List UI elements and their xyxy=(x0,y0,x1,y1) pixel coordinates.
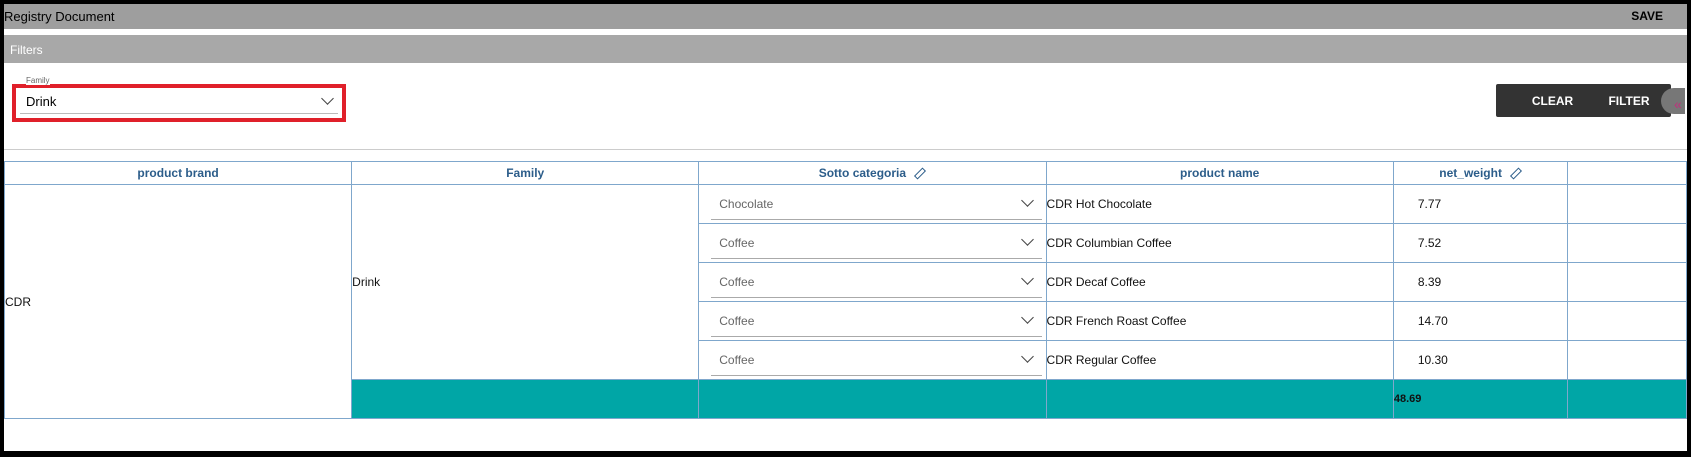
select-underline xyxy=(711,375,1042,376)
collapse-icon[interactable]: « xyxy=(1674,96,1682,112)
net-weight-cell[interactable]: 7.77 xyxy=(1392,184,1569,224)
extra-cell xyxy=(1567,223,1687,263)
column-header-label: Sotto categoria xyxy=(818,166,907,180)
chevron-down-icon xyxy=(1020,194,1034,207)
filters-bar[interactable]: Filters xyxy=(4,35,1687,63)
select-value: Coffee xyxy=(719,353,755,367)
product-name-cell: CDR Columbian Coffee xyxy=(1045,223,1394,263)
column-header-family[interactable]: Family xyxy=(351,161,700,185)
select-underline xyxy=(711,219,1042,220)
select-value: Chocolate xyxy=(719,197,774,211)
column-header-extra xyxy=(1567,161,1687,185)
sotto-categoria-cell[interactable]: Coffee xyxy=(698,340,1047,380)
total-cell xyxy=(1045,379,1394,419)
product-name-cell: CDR Regular Coffee xyxy=(1045,340,1394,380)
extra-cell xyxy=(1567,262,1687,302)
select-value: Coffee xyxy=(719,275,755,289)
product-name-cell: CDR Hot Chocolate xyxy=(1045,184,1394,224)
save-button[interactable]: SAVE xyxy=(1631,9,1663,23)
total-cell xyxy=(351,379,700,419)
net-weight-total: 48.69 xyxy=(1392,379,1569,419)
page-title: Registry Document xyxy=(4,9,115,24)
select-underline xyxy=(711,336,1042,337)
total-cell xyxy=(1567,379,1687,419)
net-weight-cell[interactable]: 10.30 xyxy=(1392,340,1569,380)
sotto-categoria-cell[interactable]: Chocolate xyxy=(698,184,1047,224)
sotto-categoria-select[interactable]: Coffee xyxy=(699,263,1045,301)
chevron-down-icon xyxy=(1020,272,1034,285)
select-value: Coffee xyxy=(719,314,755,328)
app-window: Registry Document SAVE Filters Family Dr… xyxy=(4,4,1687,451)
data-table: product brand Family Sotto categoria pro… xyxy=(4,161,1687,419)
column-header-product-name[interactable]: product name xyxy=(1045,161,1394,185)
net-weight-cell[interactable]: 8.39 xyxy=(1392,262,1569,302)
family-select[interactable]: Family Drink xyxy=(12,76,346,122)
divider xyxy=(4,149,1687,150)
pencil-icon xyxy=(1509,167,1522,180)
extra-cell xyxy=(1567,301,1687,341)
select-underline xyxy=(20,113,338,114)
sotto-categoria-cell[interactable]: Coffee xyxy=(698,301,1047,341)
sotto-categoria-cell[interactable]: Coffee xyxy=(698,262,1047,302)
column-header-product-brand[interactable]: product brand xyxy=(4,161,353,185)
sotto-categoria-select[interactable]: Coffee xyxy=(699,224,1045,262)
column-header-sotto-categoria[interactable]: Sotto categoria xyxy=(698,161,1047,185)
sotto-categoria-cell[interactable]: Coffee xyxy=(698,223,1047,263)
select-underline xyxy=(711,297,1042,298)
top-bar: Registry Document SAVE xyxy=(4,4,1687,29)
net-weight-cell[interactable]: 14.70 xyxy=(1392,301,1569,341)
select-underline xyxy=(711,258,1042,259)
brand-cell: CDR xyxy=(4,184,353,419)
chevron-down-icon xyxy=(1020,350,1034,363)
sotto-categoria-select[interactable]: Coffee xyxy=(699,302,1045,340)
sotto-categoria-select[interactable]: Coffee xyxy=(699,341,1045,379)
product-name-cell: CDR French Roast Coffee xyxy=(1045,301,1394,341)
extra-cell xyxy=(1567,340,1687,380)
extra-cell xyxy=(1567,184,1687,224)
family-label: Family xyxy=(26,76,50,85)
net-weight-cell[interactable]: 7.52 xyxy=(1392,223,1569,263)
chevron-down-icon xyxy=(1020,233,1034,246)
select-value: Coffee xyxy=(719,236,755,250)
column-header-label: net_weight xyxy=(1439,166,1502,180)
family-value: Drink xyxy=(26,94,57,109)
column-header-net-weight[interactable]: net_weight xyxy=(1392,161,1569,185)
chevron-down-icon xyxy=(321,92,334,105)
family-cell: Drink xyxy=(351,184,700,380)
chevron-down-icon xyxy=(1020,311,1034,324)
sotto-categoria-select[interactable]: Chocolate xyxy=(699,185,1045,223)
pencil-icon xyxy=(914,167,927,180)
total-cell xyxy=(698,379,1047,419)
filters-title: Filters xyxy=(10,43,43,57)
filter-button[interactable]: FILTER xyxy=(1587,84,1671,117)
table-row: CDR Drink Chocolate CDR Hot Chocolate 7.… xyxy=(4,184,1687,419)
product-name-cell: CDR Decaf Coffee xyxy=(1045,262,1394,302)
